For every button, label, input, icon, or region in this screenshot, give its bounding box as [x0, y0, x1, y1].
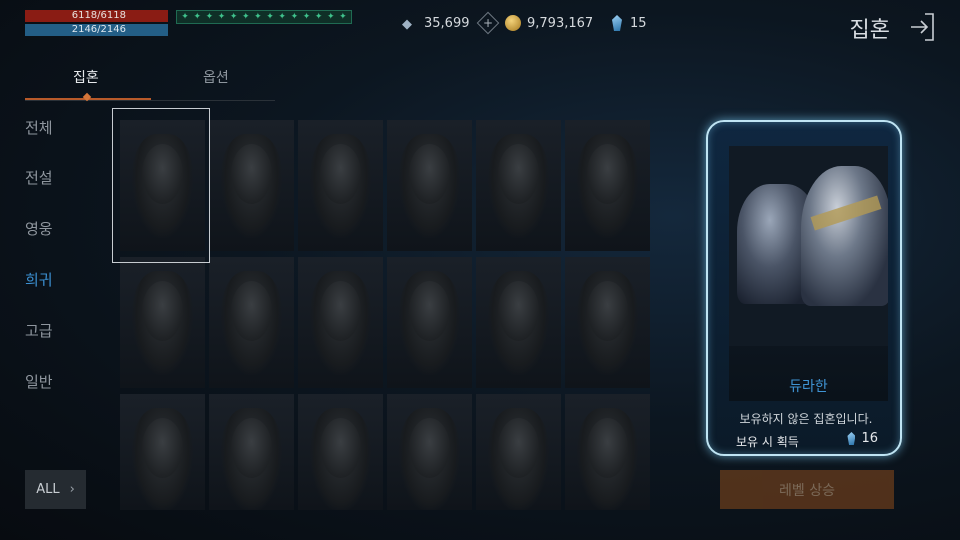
tab-soul[interactable]: 집혼 [73, 66, 99, 90]
diamond-icon: ◆ [402, 17, 412, 32]
category-rare[interactable]: 희귀 [25, 269, 53, 290]
buff-icon: ✦ [242, 12, 250, 22]
buff-icon: ✦ [290, 12, 299, 22]
soul-artwork: 듀라한 [729, 146, 888, 401]
diamond-currency: ◆ 35,699 + [402, 11, 499, 35]
soul-card[interactable] [209, 257, 294, 388]
helmet-art-right [801, 166, 888, 306]
buff-icon: ✦ [205, 12, 214, 22]
tab-options[interactable]: 옵션 [203, 66, 229, 90]
soul-card[interactable] [298, 394, 383, 510]
gold-amount: 9,793,167 [527, 15, 594, 31]
soul-name: 듀라한 [789, 379, 828, 395]
exit-icon[interactable] [909, 12, 935, 42]
soul-card[interactable] [120, 394, 205, 510]
soul-card[interactable] [476, 120, 561, 251]
soul-card[interactable] [565, 120, 650, 251]
buff-icon: ✦ [326, 12, 335, 22]
category-advanced[interactable]: 고급 [25, 320, 53, 341]
ownership-status: 보유하지 않은 집혼입니다. [739, 412, 873, 426]
diamond-amount: 35,699 [424, 15, 470, 31]
buff-bar[interactable]: ✦ ✦ ✦ ✦ ✦ ✦ ✦ ✦ ✦ ✦ ✦ ✦ ✦ ✦ [176, 10, 352, 24]
soul-card[interactable] [565, 257, 650, 388]
buff-icon: ✦ [217, 12, 226, 22]
page-title: 집혼 [849, 18, 890, 43]
soul-detail-card: 듀라한 보유하지 않은 집혼입니다. 보유 시 획득 16 [706, 120, 902, 456]
soul-card[interactable] [476, 257, 561, 388]
gain-label: 보유 시 획득 [736, 435, 799, 449]
crystal-amount: 15 [630, 15, 647, 31]
level-up-label: 레벨 상승 [779, 482, 835, 499]
add-diamond-button[interactable]: + [476, 11, 499, 35]
soul-card[interactable] [209, 394, 294, 510]
blue-crystal-icon [612, 15, 622, 31]
buff-icon: ✦ [302, 12, 311, 22]
buff-icon: ✦ [278, 12, 286, 22]
soul-card[interactable] [209, 120, 294, 251]
category-common[interactable]: 일반 [25, 371, 53, 392]
category-heroic[interactable]: 영웅 [25, 218, 53, 239]
buff-icon: ✦ [193, 12, 201, 22]
level-up-button[interactable]: 레벨 상승 [720, 470, 894, 509]
soul-card[interactable] [298, 120, 383, 251]
buff-icon: ✦ [181, 12, 189, 22]
chevron-right-icon: › [69, 482, 75, 497]
buff-icon: ✦ [339, 12, 347, 22]
crystal-currency: 15 [612, 14, 647, 32]
soul-card[interactable] [387, 257, 472, 388]
blue-crystal-icon [847, 432, 856, 445]
gain-reward: 16 [847, 431, 878, 446]
buff-icon: ✦ [314, 12, 323, 22]
soul-card[interactable] [565, 394, 650, 510]
all-filter-button[interactable]: ALL › [25, 470, 86, 509]
soul-card[interactable] [298, 257, 383, 388]
selected-card-frame [112, 108, 210, 263]
buff-icon: ✦ [229, 12, 238, 22]
plus-icon: + [482, 16, 493, 30]
soul-card[interactable] [387, 120, 472, 251]
soul-card[interactable] [120, 257, 205, 388]
gold-currency: 9,793,167 [505, 14, 593, 32]
soul-card[interactable] [476, 394, 561, 510]
mp-bar: 2146/2146 [25, 24, 168, 36]
category-all[interactable]: 전체 [25, 117, 53, 138]
hp-bar: 6118/6118 [25, 10, 168, 22]
gold-coin-icon [505, 15, 521, 31]
buff-icon: ✦ [266, 12, 274, 22]
buff-icon: ✦ [254, 12, 262, 22]
all-filter-label: ALL [36, 482, 60, 497]
category-legendary[interactable]: 전설 [25, 167, 53, 188]
tab-bar: 집혼 옵션 [25, 66, 275, 102]
gain-amount: 16 [861, 431, 878, 446]
soul-card[interactable] [387, 394, 472, 510]
